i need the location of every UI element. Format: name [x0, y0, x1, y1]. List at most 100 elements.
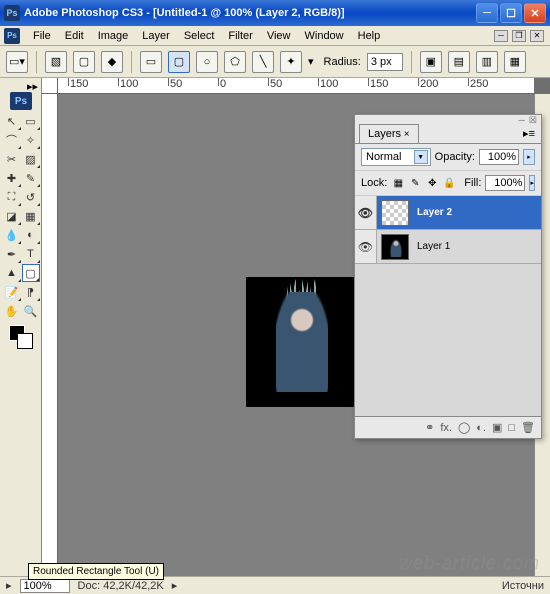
zoom-input[interactable] [20, 579, 70, 593]
toolbox-collapse-icon[interactable]: ▸▸ [27, 80, 38, 90]
lock-label: Lock: [361, 177, 387, 189]
paths-icon[interactable]: ▢ [73, 51, 95, 73]
type-tool-icon[interactable]: T [22, 245, 40, 263]
layer-visibility-icon[interactable]: 👁 [355, 230, 377, 263]
hand-tool-icon[interactable]: ✋ [3, 302, 21, 320]
fill-input[interactable] [485, 175, 525, 191]
brush-tool-icon[interactable]: ✎ [22, 169, 40, 187]
ps-logo-icon[interactable]: Ps [10, 92, 32, 110]
dodge-tool-icon[interactable]: ◐ [22, 226, 40, 244]
layer-thumbnail[interactable] [381, 200, 409, 226]
healing-tool-icon[interactable]: ✚ [3, 169, 21, 187]
layer-mask-icon[interactable]: ◯ [458, 421, 470, 434]
opacity-flyout-icon[interactable]: ▸ [523, 149, 535, 165]
layer-name-label[interactable]: Layer 1 [413, 241, 450, 252]
rectangle-shape-icon[interactable]: ▭ [140, 51, 162, 73]
layer-group-icon[interactable]: ▣ [492, 421, 502, 434]
path-select-tool-icon[interactable]: ▲ [3, 264, 21, 282]
crop-tool-icon[interactable]: ✂ [3, 150, 21, 168]
stamp-tool-icon[interactable]: ⛶ [3, 188, 21, 206]
opacity-input[interactable] [479, 149, 519, 165]
horizontal-ruler[interactable]: 150 100 50 0 50 100 150 200 250 [58, 78, 534, 94]
slice-tool-icon[interactable]: ▨ [22, 150, 40, 168]
layer-list: 👁 Layer 2 👁 Layer 1 [355, 196, 541, 416]
menu-filter[interactable]: Filter [221, 28, 259, 44]
radius-input[interactable] [367, 53, 403, 71]
layer-item[interactable]: 👁 Layer 2 [355, 196, 541, 230]
menu-select[interactable]: Select [177, 28, 222, 44]
lock-pixels-icon[interactable]: ✎ [408, 176, 422, 190]
app-menu-icon[interactable]: Ps [4, 28, 20, 44]
rounded-rectangle-shape-icon[interactable]: ▢ [168, 51, 190, 73]
layer-item[interactable]: 👁 Layer 1 [355, 230, 541, 264]
menu-layer[interactable]: Layer [135, 28, 177, 44]
ellipse-shape-icon[interactable]: ○ [196, 51, 218, 73]
blend-mode-select[interactable]: Normal ▼ [361, 148, 431, 166]
fill-flyout-icon[interactable]: ▸ [529, 175, 535, 191]
vertical-ruler[interactable] [42, 94, 58, 576]
delete-layer-icon[interactable]: 🗑 [521, 421, 535, 434]
window-minimize-button[interactable]: ─ [476, 3, 498, 23]
menu-view[interactable]: View [260, 28, 298, 44]
lock-transparency-icon[interactable]: ▦ [391, 176, 405, 190]
panel-minimize-icon[interactable]: ─ [519, 115, 525, 123]
window-close-button[interactable]: ✕ [524, 3, 546, 23]
eraser-tool-icon[interactable]: ◪ [3, 207, 21, 225]
eyedropper-tool-icon[interactable]: ⁋ [22, 283, 40, 301]
toolbox-column: ▸▸ Ps ↖ ▭ ⌒ ✧ ✂ ▨ ✚ ✎ ⛶ ↺ ◪ [0, 78, 42, 576]
layer-name-label[interactable]: Layer 2 [413, 207, 452, 218]
shape-layers-icon[interactable]: ▧ [45, 51, 67, 73]
lock-all-icon[interactable]: 🔒 [442, 176, 456, 190]
menu-edit[interactable]: Edit [58, 28, 91, 44]
fill-label: Fill: [464, 177, 481, 189]
menu-help[interactable]: Help [351, 28, 388, 44]
tool-tooltip: Rounded Rectangle Tool (U) [28, 563, 164, 580]
app-icon: Ps [4, 5, 20, 21]
layer-style-icon[interactable]: fx. [440, 422, 452, 434]
blur-tool-icon[interactable]: 💧 [3, 226, 21, 244]
layer-thumbnail[interactable] [381, 234, 409, 260]
window-title: Adobe Photoshop CS3 - [Untitled-1 @ 100%… [24, 7, 476, 19]
combine-subtract-icon[interactable]: ▤ [448, 51, 470, 73]
new-layer-icon[interactable]: □ [508, 422, 515, 434]
pen-tool-icon[interactable]: ✒ [3, 245, 21, 263]
link-layers-icon[interactable]: ⚭ [425, 421, 434, 434]
polygon-shape-icon[interactable]: ⬠ [224, 51, 246, 73]
layer-visibility-icon[interactable]: 👁 [355, 196, 377, 229]
shape-tool-icon[interactable]: ▢ [22, 264, 40, 282]
doc-minimize-button[interactable]: ─ [494, 30, 508, 42]
combine-add-icon[interactable]: ▣ [420, 51, 442, 73]
move-tool-icon[interactable]: ↖ [3, 112, 21, 130]
menubar: Ps File Edit Image Layer Select Filter V… [0, 26, 550, 46]
gradient-tool-icon[interactable]: ▦ [22, 207, 40, 225]
window-maximize-button[interactable]: ☐ [500, 3, 522, 23]
zoom-tool-icon[interactable]: 🔍 [22, 302, 40, 320]
history-brush-tool-icon[interactable]: ↺ [22, 188, 40, 206]
layers-tab[interactable]: Layers × [359, 124, 419, 143]
tool-preset-icon[interactable]: ▭▾ [6, 51, 28, 73]
adjustment-layer-icon[interactable]: ◐. [476, 422, 486, 434]
panel-close-icon[interactable]: ☒ [529, 115, 537, 123]
fill-pixels-icon[interactable]: ◆ [101, 51, 123, 73]
color-swatches[interactable] [9, 325, 33, 349]
lock-position-icon[interactable]: ✥ [425, 176, 439, 190]
notes-tool-icon[interactable]: 📝 [3, 283, 21, 301]
status-expand-icon[interactable]: ▸ [6, 579, 12, 592]
combine-intersect-icon[interactable]: ▥ [476, 51, 498, 73]
doc-close-button[interactable]: ✕ [530, 30, 544, 42]
wand-tool-icon[interactable]: ✧ [22, 131, 40, 149]
lasso-tool-icon[interactable]: ⌒ [3, 131, 21, 149]
custom-shape-icon[interactable]: ✦ [280, 51, 302, 73]
geometry-options-icon[interactable]: ▾ [308, 55, 314, 68]
ruler-origin[interactable] [42, 78, 58, 94]
marquee-tool-icon[interactable]: ▭ [22, 112, 40, 130]
panel-menu-icon[interactable]: ▸≡ [517, 127, 541, 140]
combine-exclude-icon[interactable]: ▦ [504, 51, 526, 73]
line-shape-icon[interactable]: ╲ [252, 51, 274, 73]
menu-file[interactable]: File [26, 28, 58, 44]
doc-restore-button[interactable]: ❐ [512, 30, 526, 42]
menu-window[interactable]: Window [298, 28, 351, 44]
menu-image[interactable]: Image [91, 28, 136, 44]
doc-info-flyout-icon[interactable]: ▸ [172, 579, 178, 592]
blend-mode-value: Normal [366, 151, 401, 163]
